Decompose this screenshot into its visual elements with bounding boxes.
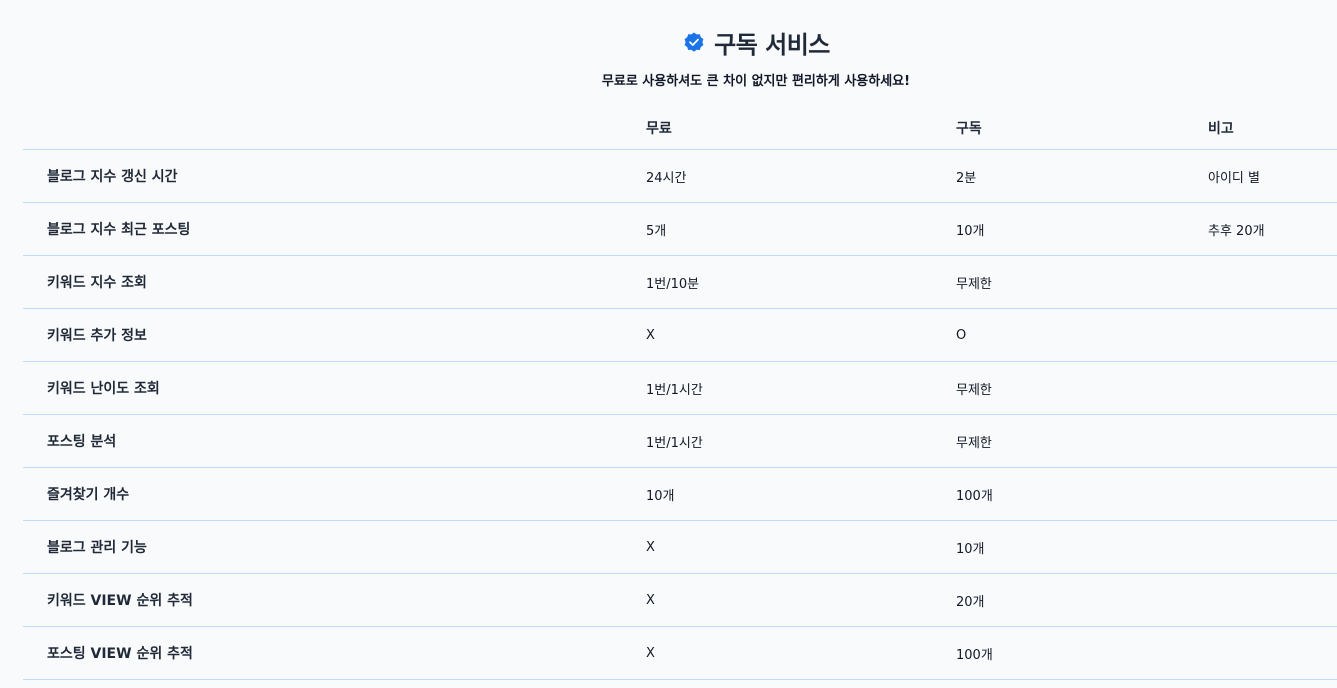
feature-cell: 키워드 지수 조회 bbox=[23, 255, 622, 309]
note-cell bbox=[1184, 573, 1337, 627]
subscription-cell: 무제한 bbox=[932, 414, 1184, 468]
subscription-cell: 무제한 bbox=[932, 361, 1184, 415]
note-cell bbox=[1184, 626, 1337, 680]
table-row: 포스팅 분석 1번/1시간 무제한 bbox=[23, 414, 1337, 468]
feature-cell: 포스팅 분석 bbox=[23, 414, 622, 468]
subscription-cell: 10개 bbox=[932, 520, 1184, 574]
note-cell bbox=[1184, 255, 1337, 309]
feature-cell: 키워드 VIEW 순위 추적 bbox=[23, 573, 622, 627]
subscription-cell: 10개 bbox=[932, 202, 1184, 256]
note-cell: 아이디 별 bbox=[1184, 149, 1337, 203]
table-row: 키워드 난이도 조회 1번/1시간 무제한 bbox=[23, 361, 1337, 415]
note-cell bbox=[1184, 467, 1337, 521]
free-cell: X bbox=[622, 520, 932, 574]
note-cell: 추후 20개 bbox=[1184, 202, 1337, 256]
feature-cell: 키워드 난이도 조회 bbox=[23, 361, 622, 415]
feature-cell: 즐겨찾기 개수 bbox=[23, 467, 622, 521]
header-subscription: 구독 bbox=[932, 107, 1184, 150]
verified-badge-icon bbox=[682, 30, 706, 54]
header-feature bbox=[23, 107, 622, 150]
table-row: 블로그 지수 갱신 시간 24시간 2분 아이디 별 bbox=[23, 149, 1337, 203]
note-cell bbox=[1184, 414, 1337, 468]
title-row: 구독 서비스 bbox=[0, 26, 1337, 59]
note-cell bbox=[1184, 361, 1337, 415]
comparison-table-container: 무료 구독 비고 블로그 지수 갱신 시간 24시간 2분 아이디 별 블로그 … bbox=[23, 107, 1337, 680]
free-cell: 1번/1시간 bbox=[622, 414, 932, 468]
free-cell: 24시간 bbox=[622, 149, 932, 203]
table-row: 키워드 지수 조회 1번/10분 무제한 bbox=[23, 255, 1337, 309]
subscription-cell: 무제한 bbox=[932, 255, 1184, 309]
note-cell bbox=[1184, 520, 1337, 574]
free-cell: X bbox=[622, 573, 932, 627]
header-free: 무료 bbox=[622, 107, 932, 150]
table-row: 블로그 지수 최근 포스팅 5개 10개 추후 20개 bbox=[23, 202, 1337, 256]
free-cell: 10개 bbox=[622, 467, 932, 521]
table-header-row: 무료 구독 비고 bbox=[23, 107, 1337, 150]
free-cell: 1번/10분 bbox=[622, 255, 932, 309]
free-cell: 5개 bbox=[622, 202, 932, 256]
feature-cell: 블로그 관리 기능 bbox=[23, 520, 622, 574]
free-cell: X bbox=[622, 308, 932, 362]
table-row: 포스팅 VIEW 순위 추적 X 100개 bbox=[23, 626, 1337, 680]
page-title: 구독 서비스 bbox=[714, 30, 830, 59]
subscription-cell: 100개 bbox=[932, 626, 1184, 680]
free-cell: X bbox=[622, 626, 932, 680]
feature-cell: 포스팅 VIEW 순위 추적 bbox=[23, 626, 622, 680]
subscription-cell: 100개 bbox=[932, 467, 1184, 521]
table-row: 블로그 관리 기능 X 10개 bbox=[23, 520, 1337, 574]
feature-cell: 블로그 지수 최근 포스팅 bbox=[23, 202, 622, 256]
subscription-cell: O bbox=[932, 308, 1184, 362]
comparison-table: 무료 구독 비고 블로그 지수 갱신 시간 24시간 2분 아이디 별 블로그 … bbox=[23, 107, 1337, 680]
feature-cell: 블로그 지수 갱신 시간 bbox=[23, 149, 622, 203]
header-note: 비고 bbox=[1184, 107, 1337, 150]
page-header: 구독 서비스 무료로 사용하셔도 큰 차이 없지만 편리하게 사용하세요! bbox=[0, 26, 1337, 90]
subscription-cell: 20개 bbox=[932, 573, 1184, 627]
table-row: 키워드 VIEW 순위 추적 X 20개 bbox=[23, 573, 1337, 627]
table-row: 즐겨찾기 개수 10개 100개 bbox=[23, 467, 1337, 521]
free-cell: 1번/1시간 bbox=[622, 361, 932, 415]
subscription-cell: 2분 bbox=[932, 149, 1184, 203]
feature-cell: 키워드 추가 정보 bbox=[23, 308, 622, 362]
page-subtitle: 무료로 사용하셔도 큰 차이 없지만 편리하게 사용하세요! bbox=[601, 74, 911, 89]
note-cell bbox=[1184, 308, 1337, 362]
table-row: 키워드 추가 정보 X O bbox=[23, 308, 1337, 362]
